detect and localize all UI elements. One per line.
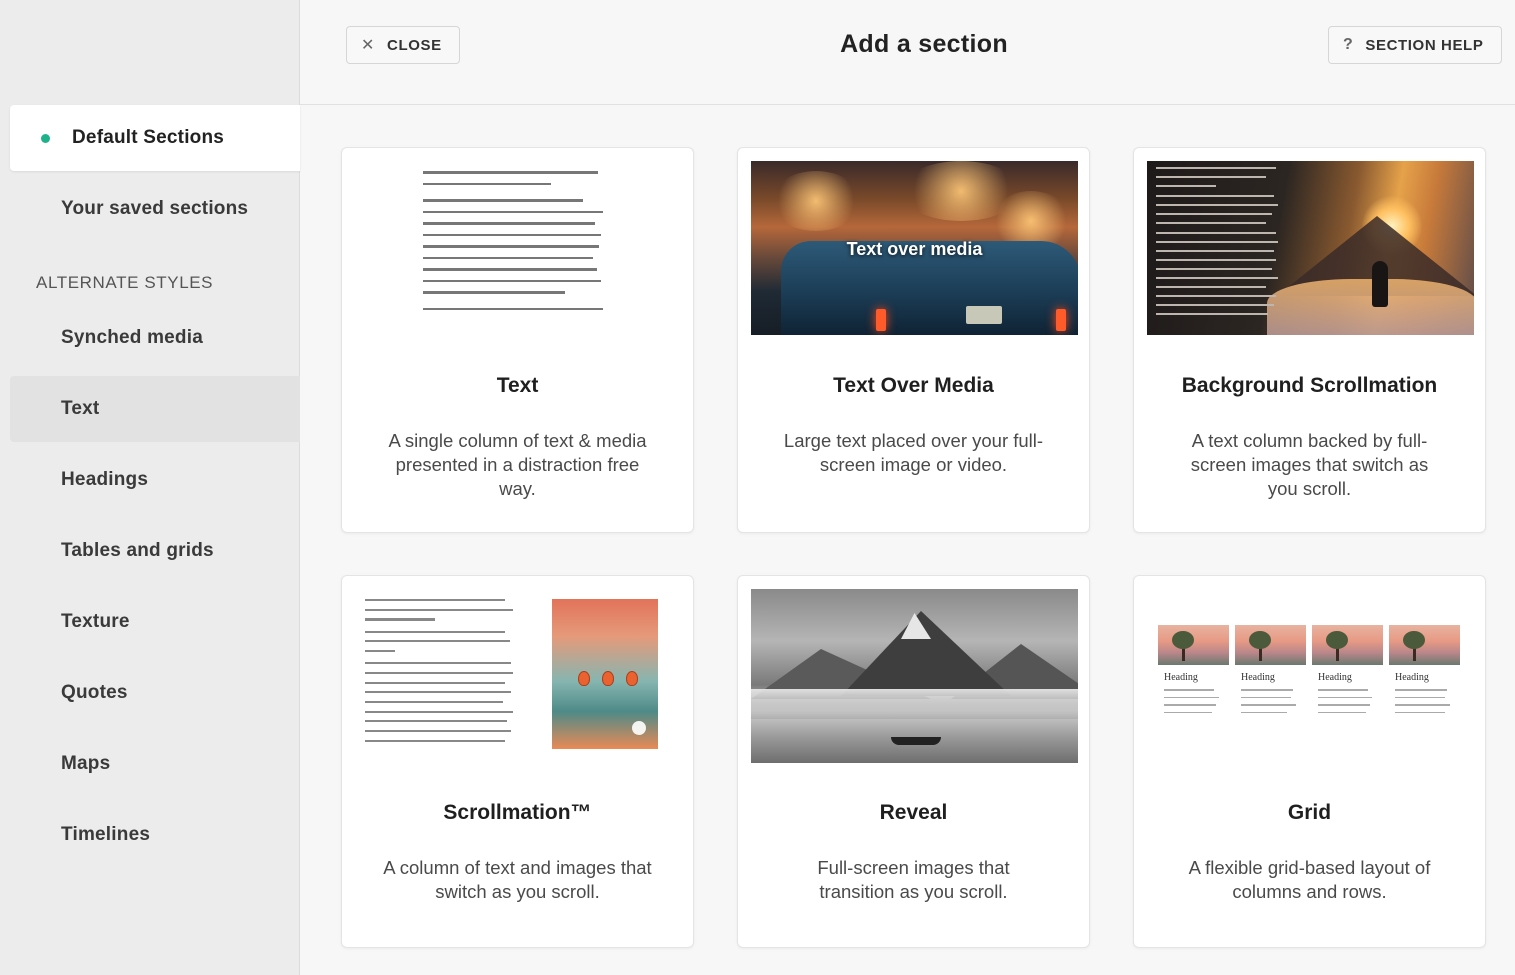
section-card-scrollmation[interactable]: Scrollmation™ A column of text and image… bbox=[341, 575, 694, 948]
sidebar-item-headings[interactable]: Headings bbox=[10, 447, 300, 513]
sidebar-item-label: Tables and grids bbox=[61, 540, 214, 561]
sidebar-item-label: Synched media bbox=[61, 327, 203, 348]
grid-cell-heading: Heading bbox=[1395, 672, 1429, 683]
sidebar-item-label: Quotes bbox=[61, 682, 128, 703]
section-card-grid[interactable]: Heading Heading Heading Heading Grid A f… bbox=[1133, 575, 1486, 948]
card-title: Text Over Media bbox=[833, 374, 994, 397]
sidebar-item-tables-and-grids[interactable]: Tables and grids bbox=[10, 518, 300, 584]
card-title: Scrollmation™ bbox=[443, 801, 592, 824]
section-card-reveal[interactable]: Reveal Full-screen images that transitio… bbox=[737, 575, 1090, 948]
overlay-text: Text over media bbox=[846, 239, 983, 259]
section-help-button[interactable]: ? SECTION HELP bbox=[1328, 26, 1502, 64]
sidebar-item-synched-media[interactable]: Synched media bbox=[10, 305, 300, 371]
card-title: Grid bbox=[1287, 801, 1332, 824]
alternate-styles-heading: ALTERNATE STYLES bbox=[36, 273, 214, 292]
scrollmation-preview bbox=[355, 589, 682, 763]
card-description: Full-screen images that transition as yo… bbox=[817, 857, 1010, 902]
grid-preview: Heading Heading Heading Heading bbox=[1147, 589, 1474, 763]
section-card-text[interactable]: Text A single column of text & media pre… bbox=[341, 147, 694, 533]
sidebar-item-label: Texture bbox=[61, 611, 130, 632]
sidebar-item-label: Your saved sections bbox=[61, 198, 249, 219]
sidebar-item-label: Maps bbox=[61, 753, 111, 774]
card-description: A flexible grid-based layout of columns … bbox=[1188, 857, 1431, 902]
sidebar-item-label: Default Sections bbox=[72, 127, 225, 148]
grid-cell-heading: Heading bbox=[1241, 672, 1275, 683]
background-scrollmation-preview bbox=[1147, 161, 1474, 335]
card-title: Background Scrollmation bbox=[1181, 374, 1438, 397]
section-help-button-label: SECTION HELP bbox=[1365, 36, 1484, 54]
grid-cell: Heading bbox=[1389, 625, 1460, 719]
sidebar: Default Sections Your saved sections ALT… bbox=[0, 0, 300, 975]
card-description: A column of text and images that switch … bbox=[383, 857, 652, 902]
grid-cell-heading: Heading bbox=[1318, 672, 1352, 683]
section-card-text-over-media[interactable]: Text over media Text Over Media Large te… bbox=[737, 147, 1090, 533]
sidebar-item-quotes[interactable]: Quotes bbox=[10, 660, 300, 726]
text-section-preview bbox=[355, 161, 682, 335]
grid-cell: Heading bbox=[1312, 625, 1383, 719]
grid-cell: Heading bbox=[1235, 625, 1306, 719]
sidebar-item-label: Timelines bbox=[61, 824, 151, 845]
text-over-media-preview: Text over media bbox=[751, 161, 1078, 335]
card-title: Reveal bbox=[879, 801, 948, 824]
sidebar-item-label: Headings bbox=[61, 469, 149, 490]
header: ✕ CLOSE Add a section ? SECTION HELP bbox=[300, 0, 1515, 105]
sidebar-item-texture[interactable]: Texture bbox=[10, 589, 300, 655]
card-title: Text bbox=[496, 374, 539, 397]
card-description: A single column of text & media presente… bbox=[388, 430, 647, 499]
person-silhouette bbox=[1372, 261, 1388, 307]
reveal-preview bbox=[751, 589, 1078, 763]
sidebar-item-maps[interactable]: Maps bbox=[10, 731, 300, 797]
card-description: Large text placed over your full-screen … bbox=[783, 430, 1044, 475]
sidebar-item-saved-sections[interactable]: Your saved sections bbox=[10, 176, 300, 242]
grid-cell: Heading bbox=[1158, 625, 1229, 719]
question-icon: ? bbox=[1343, 36, 1354, 53]
balloon-image bbox=[552, 599, 658, 749]
grid-cell-heading: Heading bbox=[1164, 672, 1198, 683]
boat-image bbox=[891, 737, 941, 745]
sidebar-item-timelines[interactable]: Timelines bbox=[10, 802, 300, 868]
sidebar-item-label: Text bbox=[61, 398, 100, 419]
section-card-background-scrollmation[interactable]: Background Scrollmation A text column ba… bbox=[1133, 147, 1486, 533]
card-description: A text column backed by full-screen imag… bbox=[1190, 430, 1429, 499]
sidebar-item-default-sections[interactable]: Default Sections bbox=[10, 105, 300, 171]
active-dot-icon bbox=[41, 134, 50, 143]
sidebar-item-text[interactable]: Text bbox=[10, 376, 300, 442]
